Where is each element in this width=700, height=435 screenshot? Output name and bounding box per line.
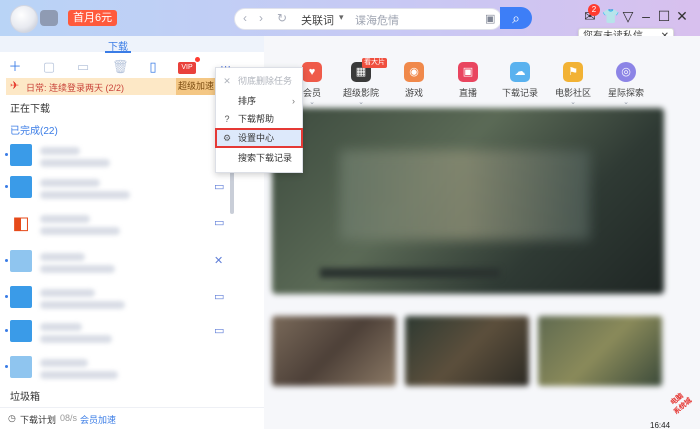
section-trash[interactable]: 垃圾箱	[10, 388, 40, 403]
promo-badge[interactable]: 首月6元	[68, 10, 118, 26]
image-file-icon	[10, 144, 32, 166]
folder-icon[interactable]: ▭	[214, 180, 224, 193]
image-file-icon	[10, 356, 32, 378]
back-icon[interactable]: ‹	[243, 11, 247, 25]
daily-notice: ✈ 日常: 连续登录两天 (2/2) 超级加速	[6, 78, 236, 95]
list-item[interactable]	[0, 352, 232, 382]
menu-item-sort[interactable]: 排序 ›	[216, 92, 302, 110]
menu-item-search-records[interactable]: 搜索下载记录	[216, 149, 302, 167]
chevron-down-icon: ⌄	[623, 99, 629, 106]
notification-badge: 2	[588, 4, 600, 16]
vip-icon: ♥	[302, 62, 322, 82]
video-card[interactable]	[272, 316, 396, 386]
speed-readout: 08/s	[60, 413, 78, 423]
tv-icon: ▣	[458, 62, 478, 82]
image-file-icon	[10, 176, 32, 198]
folder-icon[interactable]: ▭	[214, 290, 224, 303]
category-explore[interactable]: ◎ 星际探索 ⌄	[601, 62, 651, 107]
category-cinema[interactable]: ▦ 超级影院 ⌄	[336, 62, 386, 107]
chevron-down-icon: ⌄	[358, 99, 364, 106]
folder-icon[interactable]: ▭	[214, 324, 224, 337]
tab-indicator	[105, 51, 131, 53]
list-item[interactable]: ✕	[0, 246, 232, 276]
gear-icon: ⚙	[222, 133, 232, 143]
notification-dot	[195, 57, 200, 62]
close-icon[interactable]: ✕	[214, 254, 223, 267]
list-item[interactable]: ▭	[0, 172, 232, 202]
category-live[interactable]: ▣ 直播	[443, 62, 493, 99]
image-file-icon	[10, 320, 32, 342]
phone-icon[interactable]: ▯	[146, 60, 160, 74]
menu-item-settings-center[interactable]: ⚙ 设置中心	[215, 128, 303, 148]
file-icon[interactable]: ▢	[42, 60, 56, 74]
download-plan-link[interactable]: 下载计划	[20, 413, 56, 426]
hot-tag: 看大片	[362, 58, 387, 68]
member-accelerate-link[interactable]: 会员加速	[80, 413, 116, 426]
tab-strip	[0, 36, 264, 52]
clock-icon: ◷	[8, 413, 16, 423]
banner-image	[340, 150, 590, 240]
section-downloading[interactable]: 正在下载	[10, 100, 50, 115]
maximize-icon[interactable]: ☐	[656, 8, 672, 25]
chevron-down-icon[interactable]: ▾	[339, 12, 344, 23]
category-download-record[interactable]: ☁ 下载记录	[495, 62, 545, 99]
help-icon: ?	[224, 114, 230, 124]
keyword-dropdown[interactable]: 关联词	[301, 12, 334, 28]
search-input[interactable]: 谍海危情	[355, 12, 399, 28]
category-movie-community[interactable]: ⚑ 电影社区 ⌄	[548, 62, 598, 107]
office-file-icon: ◧	[10, 212, 32, 234]
flag-icon: ⚑	[563, 62, 583, 82]
section-completed[interactable]: 已完成(22)	[10, 122, 58, 137]
list-item[interactable]: ◧ ▭	[0, 208, 232, 238]
folder-icon[interactable]: ▭	[214, 216, 224, 229]
notice-text: 日常: 连续登录两天 (2/2)	[26, 83, 125, 93]
skin-icon[interactable]: 👕	[602, 8, 619, 25]
vip-icon[interactable]: VIP	[178, 62, 196, 74]
menu-item-download-help[interactable]: ? 下载帮助	[216, 110, 302, 128]
cloud-icon: ☁	[510, 62, 530, 82]
add-icon[interactable]: ＋	[8, 60, 22, 74]
super-accelerate-button[interactable]: 超级加速	[176, 78, 216, 95]
search-button[interactable]: ⌕	[500, 7, 532, 29]
list-item[interactable]: ▭	[0, 316, 232, 346]
chevron-right-icon: ›	[292, 96, 295, 106]
delete-icon[interactable]: 🗑	[112, 60, 129, 74]
refresh-icon[interactable]: ↻	[277, 11, 287, 25]
status-bar: ◷ 下载计划 08/s 会员加速	[0, 407, 264, 430]
close-icon[interactable]: ✕	[674, 8, 690, 25]
image-file-icon	[10, 286, 32, 308]
planet-icon: ◎	[616, 62, 636, 82]
plane-icon: ✈	[10, 80, 20, 92]
address-bar[interactable]: ‹ › ↻ 关联词 ▾ 谍海危情 ▣	[234, 8, 502, 30]
video-card[interactable]	[405, 316, 529, 386]
clear-icon[interactable]: ▣	[485, 12, 495, 25]
menu-item-delete-task[interactable]: ✕ 彻底删除任务	[216, 72, 302, 90]
folder-icon[interactable]: ▭	[76, 60, 90, 74]
forward-icon[interactable]: ›	[259, 11, 263, 25]
avatar[interactable]	[10, 5, 38, 33]
video-card[interactable]	[538, 316, 662, 386]
image-file-icon	[10, 250, 32, 272]
menu-icon[interactable]: ▽	[620, 8, 636, 25]
category-games[interactable]: ◉ 游戏	[389, 62, 439, 99]
gamepad-icon: ◉	[404, 62, 424, 82]
list-item[interactable]: ▭	[0, 282, 232, 312]
chevron-down-icon: ⌄	[570, 99, 576, 106]
close-icon: ✕	[223, 76, 231, 86]
vip-status-icon	[40, 10, 58, 26]
more-options-menu: ✕ 彻底删除任务 排序 › ? 下载帮助 ⚙ 设置中心 搜索下载记录	[215, 67, 303, 173]
banner-caption	[320, 268, 500, 278]
minimize-icon[interactable]: –	[638, 8, 654, 24]
more-icon[interactable]: ⋯	[220, 60, 231, 73]
list-item[interactable]	[0, 140, 232, 170]
